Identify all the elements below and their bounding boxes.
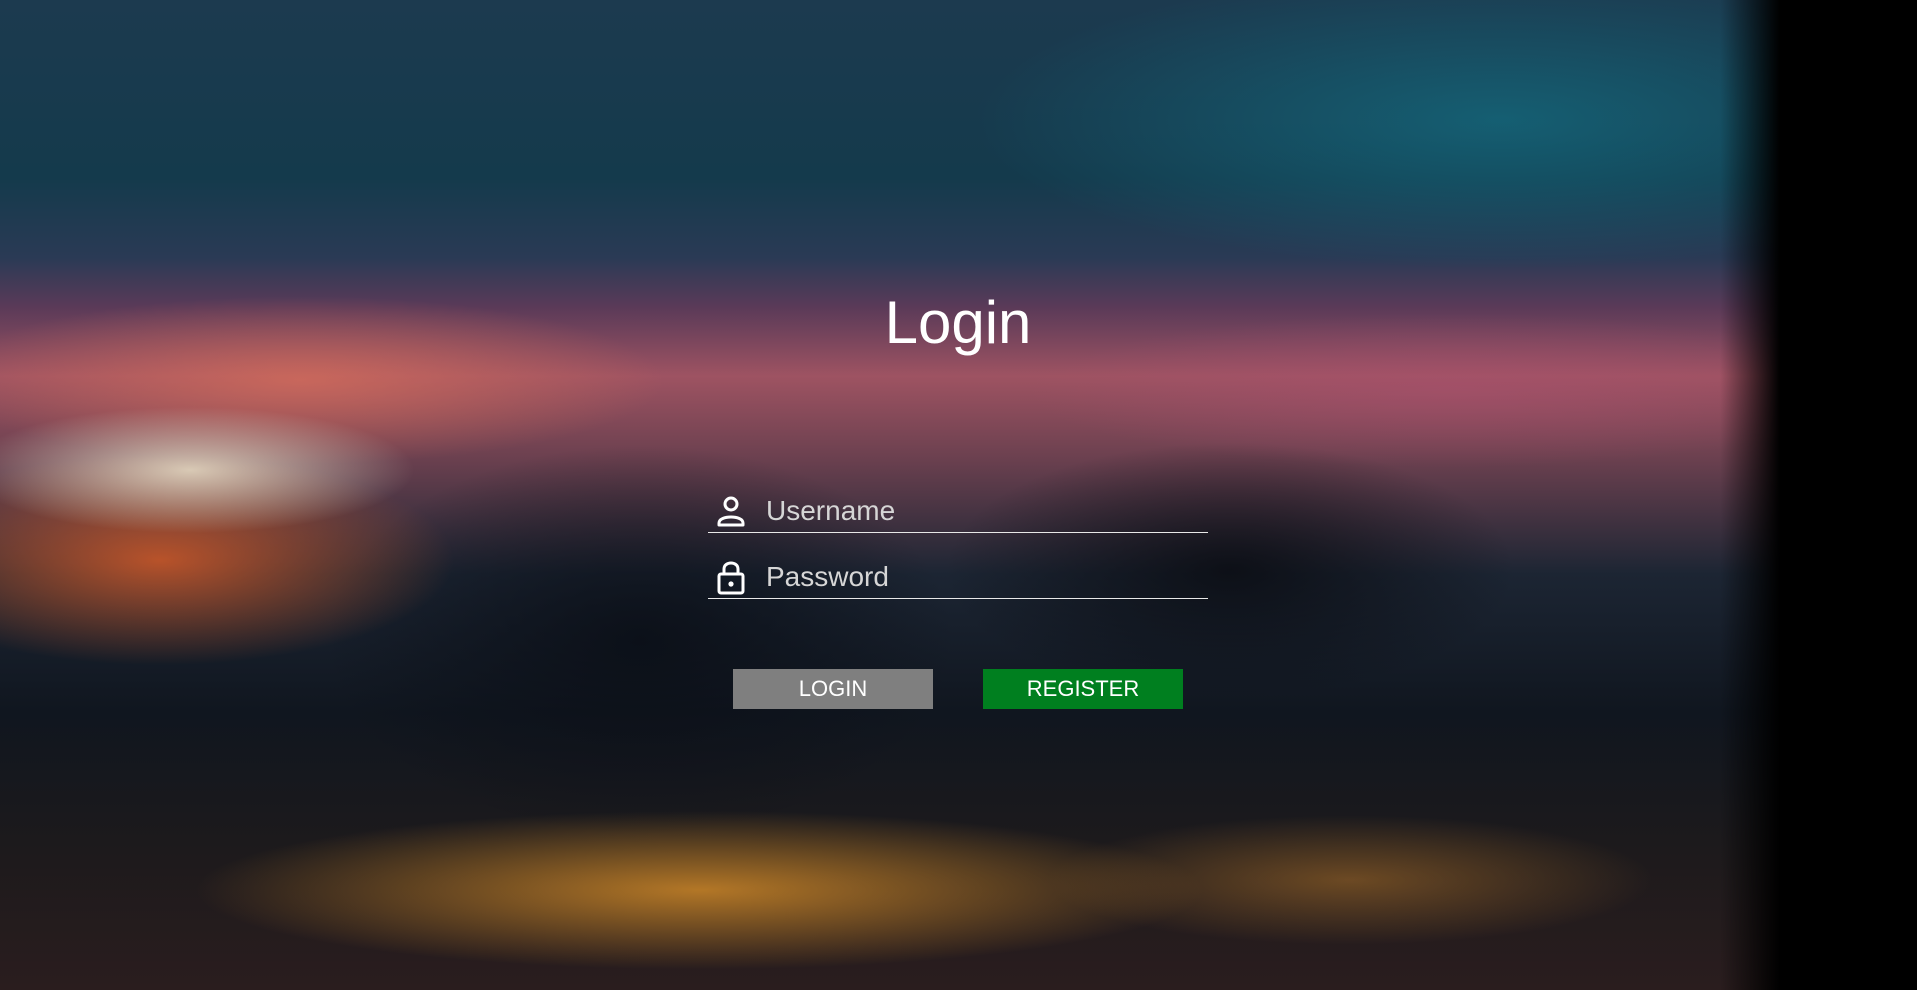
lock-icon	[714, 558, 748, 596]
page-title: Login	[884, 289, 1032, 356]
register-button[interactable]: REGISTER	[983, 669, 1183, 709]
login-form: Login LOGIN REGISTER	[708, 0, 1208, 990]
username-input[interactable]	[766, 492, 1196, 530]
username-field	[708, 492, 1208, 533]
user-icon	[714, 492, 748, 530]
password-field	[708, 558, 1208, 599]
login-screen: Login LOGIN REGISTER	[0, 0, 1917, 990]
password-input[interactable]	[766, 558, 1196, 596]
login-button[interactable]: LOGIN	[733, 669, 933, 709]
